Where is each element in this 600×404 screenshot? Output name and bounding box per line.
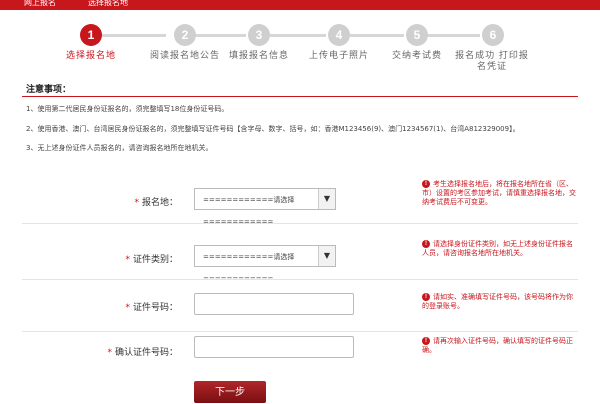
region-label: * 报名地： bbox=[58, 195, 178, 208]
step-6-label: 报名成功 打印报名凭证 bbox=[455, 51, 529, 72]
notice-item-2: 2、使用香港、澳门、台湾居民身份证报名的，须完整填写证件号码【含字母、数字、括号… bbox=[26, 125, 520, 133]
step-1-circle: 1 bbox=[80, 24, 102, 46]
region-select[interactable]: ============请选择============ ▼ bbox=[194, 188, 336, 226]
id-type-label-text: 证件类别： bbox=[132, 255, 178, 265]
id-number-label: * 证件号码： bbox=[58, 300, 178, 313]
info-icon: ! bbox=[422, 180, 430, 188]
form-row-id-number: * 证件号码： ! 请如实、准确填写证件号码，该号码将作为你的登录账号。 bbox=[22, 284, 578, 332]
id-type-select[interactable]: ============请选择============ ▼ bbox=[194, 245, 336, 283]
info-icon: ! bbox=[422, 337, 430, 345]
id-number-hint: ! 请如实、准确填写证件号码，该号码将作为你的登录账号。 bbox=[422, 293, 578, 311]
notice-title: 注意事项： bbox=[26, 85, 72, 95]
notice-item-1: 1、使用第二代居民身份证报名的，须完整填写18位身份证号码。 bbox=[26, 105, 229, 113]
region-hint-text: 考生选择报名地后，将在报名地所在省（区、市）设置的考区参加考试，请慎重选择报名地… bbox=[422, 180, 576, 206]
id-confirm-label-text: 确认证件号码： bbox=[114, 348, 178, 358]
region-hint: ! 考生选择报名地后，将在报名地所在省（区、市）设置的考区参加考试，请慎重选择报名… bbox=[422, 180, 578, 207]
step-connector bbox=[102, 34, 166, 37]
step-5-label: 交纳考试费 bbox=[391, 51, 442, 61]
step-connector bbox=[350, 34, 404, 37]
step-4-label: 上传电子照片 bbox=[308, 51, 369, 61]
row-divider bbox=[22, 279, 578, 280]
id-number-input[interactable] bbox=[194, 293, 354, 315]
required-mark: * bbox=[125, 255, 130, 265]
form-row-id-type: * 证件类别： ============请选择============ ▼ ! 请选… bbox=[22, 232, 578, 283]
id-confirm-input[interactable] bbox=[194, 336, 354, 358]
step-connector bbox=[270, 34, 326, 37]
id-type-label: * 证件类别： bbox=[58, 252, 178, 265]
step-connector bbox=[196, 34, 246, 37]
step-2-circle: 2 bbox=[174, 24, 196, 46]
required-mark: * bbox=[134, 198, 139, 208]
info-icon: ! bbox=[422, 293, 430, 301]
id-type-hint-text: 请选择身份证件类别，如无上述身份证件报名人员，请咨询报名地所在地机关。 bbox=[422, 240, 573, 257]
info-icon: ! bbox=[422, 240, 430, 248]
row-divider bbox=[22, 223, 578, 224]
id-confirm-hint: ! 请再次输入证件号码，确认填写的证件号码正确。 bbox=[422, 337, 578, 355]
step-progress: 1 选择报名地 2 阅读报名地公告 3 填报报名信息 4 上传电子照片 5 交纳… bbox=[0, 18, 600, 78]
id-number-hint-text: 请如实、准确填写证件号码，该号码将作为你的登录账号。 bbox=[422, 293, 573, 310]
region-select-value: ============请选择============ bbox=[203, 196, 295, 226]
step-1-label: 选择报名地 bbox=[65, 51, 116, 61]
step-connector bbox=[428, 34, 480, 37]
step-6-circle: 6 bbox=[482, 24, 504, 46]
id-confirm-label: * 确认证件号码： bbox=[58, 345, 178, 358]
chevron-down-icon[interactable]: ▼ bbox=[318, 189, 335, 209]
form-row-id-confirm: * 确认证件号码： ! 请再次输入证件号码，确认填写的证件号码正确。 bbox=[22, 328, 578, 376]
required-mark: * bbox=[125, 303, 130, 313]
notice-divider bbox=[22, 96, 578, 97]
step-5-circle: 5 bbox=[406, 24, 428, 46]
step-3-circle: 3 bbox=[248, 24, 270, 46]
notice-item-3: 3、无上述身份证件人员报名的，请咨询报名地所在地机关。 bbox=[26, 144, 213, 152]
step-4-circle: 4 bbox=[328, 24, 350, 46]
step-3-label: 填报报名信息 bbox=[228, 51, 289, 61]
form-row-region: * 报名地： ============请选择============ ▼ ! 考生选… bbox=[22, 176, 578, 226]
region-label-text: 报名地： bbox=[141, 198, 178, 208]
header-right-text: 选择报名地 bbox=[88, 0, 128, 7]
id-type-hint: ! 请选择身份证件类别，如无上述身份证件报名人员，请咨询报名地所在地机关。 bbox=[422, 240, 578, 258]
header-left-text: 网上报名 bbox=[24, 0, 56, 7]
required-mark: * bbox=[107, 348, 112, 358]
id-number-label-text: 证件号码： bbox=[132, 303, 178, 313]
chevron-down-icon[interactable]: ▼ bbox=[318, 246, 335, 266]
top-banner: 网上报名 选择报名地 bbox=[0, 0, 600, 10]
id-confirm-hint-text: 请再次输入证件号码，确认填写的证件号码正确。 bbox=[422, 337, 573, 354]
